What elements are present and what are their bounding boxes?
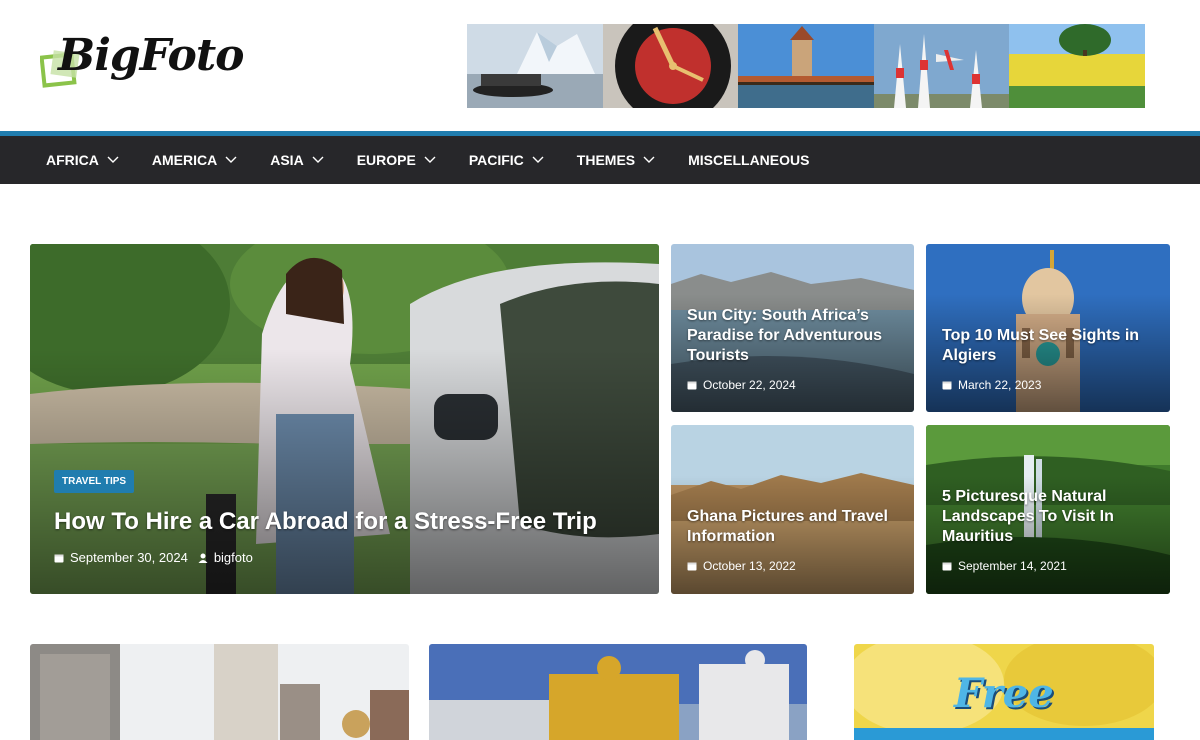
chevron-down-icon — [532, 156, 544, 163]
card-meta: March 22, 2023 — [942, 378, 1041, 392]
card-title[interactable]: Ghana Pictures and Travel Information — [687, 507, 901, 547]
nav-label: AFRICA — [46, 152, 99, 168]
featured-main-title[interactable]: How To Hire a Car Abroad for a Stress-Fr… — [54, 508, 634, 536]
user-icon — [198, 553, 208, 563]
post-date[interactable]: October 22, 2024 — [703, 378, 796, 392]
chevron-down-icon — [225, 156, 237, 163]
nav-label: AMERICA — [151, 152, 218, 168]
chevron-down-icon — [424, 156, 436, 163]
nav-item-europe[interactable]: EUROPE — [357, 152, 436, 168]
featured-card[interactable]: 5 Picturesque Natural Landscapes To Visi… — [926, 425, 1170, 594]
ad-text: Free — [954, 670, 1054, 717]
nav-label: THEMES — [576, 152, 636, 168]
chevron-down-icon — [107, 156, 119, 163]
banner-air-race-image — [873, 24, 1010, 108]
featured-card[interactable]: Sun City: South Africa’s Paradise for Ad… — [671, 244, 914, 412]
card-title[interactable]: Top 10 Must See Sights in Algiers — [942, 326, 1156, 366]
post-thumbnail[interactable] — [429, 644, 807, 740]
calendar-icon — [687, 562, 697, 571]
post-date[interactable]: September 14, 2021 — [958, 559, 1067, 573]
banner-clock-image — [602, 24, 739, 108]
post-date[interactable]: March 22, 2023 — [958, 378, 1041, 392]
chevron-down-icon — [643, 156, 655, 163]
site-header: BigFoto — [0, 0, 1200, 132]
sidebar-ad[interactable]: Free — [854, 644, 1154, 740]
calendar-icon — [54, 554, 64, 562]
category-badge[interactable]: TRAVEL TIPS — [54, 470, 135, 493]
post-date[interactable]: October 13, 2022 — [703, 559, 796, 573]
main-navigation: AFRICA AMERICA ASIA EUROPE PACIFIC THEME… — [0, 136, 1200, 184]
banner-field-image — [1009, 24, 1145, 108]
nav-item-pacific[interactable]: PACIFIC — [469, 152, 544, 168]
calendar-icon — [942, 562, 952, 571]
post-thumbnail[interactable] — [30, 644, 409, 740]
nav-label: EUROPE — [356, 152, 416, 168]
header-banner[interactable] — [467, 24, 1145, 108]
site-logo[interactable]: BigFoto — [38, 28, 245, 98]
nav-item-miscellaneous[interactable]: MISCELLANEOUS — [688, 152, 809, 168]
city-buildings-image — [30, 644, 409, 740]
chevron-down-icon — [312, 156, 324, 163]
featured-card[interactable]: Ghana Pictures and Travel Information Oc… — [671, 425, 914, 594]
card-meta: October 13, 2022 — [687, 559, 796, 573]
nav-label: MISCELLANEOUS — [688, 152, 810, 168]
nav-label: PACIFIC — [468, 152, 524, 168]
nav-item-africa[interactable]: AFRICA — [46, 152, 119, 168]
featured-card[interactable]: Top 10 Must See Sights in Algiers March … — [926, 244, 1170, 412]
card-meta: September 14, 2021 — [942, 559, 1067, 573]
featured-main-meta: September 30, 2024 bigfoto — [54, 550, 253, 565]
golden-temple-image — [429, 644, 807, 740]
logo-text: BigFoto — [58, 30, 245, 81]
banner-iceberg-image — [467, 24, 603, 108]
featured-main-card[interactable]: TRAVEL TIPS How To Hire a Car Abroad for… — [30, 244, 659, 594]
calendar-icon — [687, 381, 697, 390]
nav-item-themes[interactable]: THEMES — [577, 152, 655, 168]
card-title[interactable]: 5 Picturesque Natural Landscapes To Visi… — [942, 487, 1156, 547]
post-date[interactable]: September 30, 2024 — [70, 550, 188, 565]
calendar-icon — [942, 381, 952, 390]
card-meta: October 22, 2024 — [687, 378, 796, 392]
nav-label: ASIA — [270, 152, 304, 168]
card-title[interactable]: Sun City: South Africa’s Paradise for Ad… — [687, 306, 901, 366]
nav-item-america[interactable]: AMERICA — [152, 152, 237, 168]
banner-lake-tower-image — [738, 24, 874, 108]
nav-item-asia[interactable]: ASIA — [270, 152, 324, 168]
post-author[interactable]: bigfoto — [214, 550, 253, 565]
